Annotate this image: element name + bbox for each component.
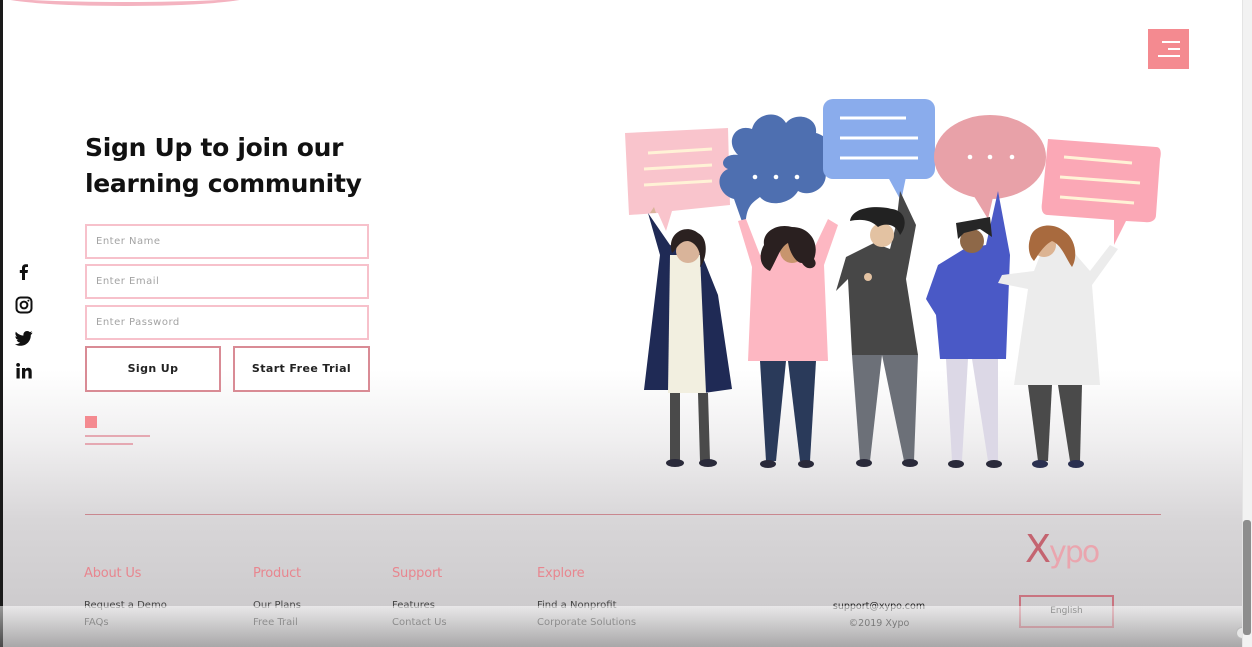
page: Sign Up to join our learning community S… — [0, 0, 1252, 647]
person-2 — [738, 219, 838, 468]
hamburger-menu-icon — [1168, 48, 1180, 50]
footer-link-corporate-solutions[interactable]: Corporate Solutions — [537, 614, 636, 631]
instagram-icon[interactable] — [14, 295, 34, 315]
decorative-line — [85, 443, 133, 445]
hamburger-menu-icon — [1162, 41, 1180, 43]
footer-link-free-trail[interactable]: Free Trail — [253, 614, 301, 631]
headline-line-1: Sign Up to join our — [85, 133, 344, 162]
carousel-indicator[interactable] — [85, 416, 97, 428]
footer-link-find-nonprofit[interactable]: Find a Nonprofit — [537, 597, 636, 614]
footer-col-explore: Explore Find a Nonprofit Corporate Solut… — [537, 566, 636, 631]
language-button[interactable]: English — [1019, 595, 1114, 628]
speech-bubble-blue — [823, 99, 935, 201]
footer-heading: Explore — [537, 566, 585, 581]
start-free-trial-button[interactable]: Start Free Trial — [233, 346, 370, 392]
person-5 — [998, 225, 1118, 468]
footer-col-about: About Us Request a Demo FAQs — [84, 566, 167, 631]
speech-bubble-rose — [934, 115, 1046, 219]
footer-divider — [85, 514, 1161, 515]
footer-link-faqs[interactable]: FAQs — [84, 614, 167, 631]
person-1 — [644, 207, 732, 467]
person-4 — [926, 191, 1010, 468]
footer-heading: About Us — [84, 566, 142, 581]
hamburger-menu-icon — [1158, 55, 1180, 57]
footer-link-features[interactable]: Features — [392, 597, 447, 614]
footer-col-support: Support Features Contact Us — [392, 566, 447, 631]
decorative-curve — [0, 0, 250, 6]
social-links — [14, 262, 34, 394]
headline-line-2: learning community — [85, 169, 362, 198]
contact-info: support@xypo.com ©2019 Xypo — [820, 598, 938, 632]
sign-up-button[interactable]: Sign Up — [85, 346, 221, 392]
person-3 — [836, 191, 918, 467]
community-illustration — [625, 99, 1161, 468]
footer-heading: Support — [392, 566, 442, 581]
footer-col-product: Product Our Plans Free Trail — [253, 566, 301, 631]
logo-rest: ypo — [1049, 535, 1100, 570]
menu-button[interactable] — [1148, 29, 1189, 69]
scrollbar[interactable] — [1242, 0, 1252, 647]
logo-x: X — [1025, 527, 1051, 571]
name-input[interactable] — [85, 224, 369, 259]
footer-link-our-plans[interactable]: Our Plans — [253, 597, 301, 614]
support-email-link[interactable]: support@xypo.com — [820, 598, 938, 615]
window-edge — [0, 0, 3, 647]
decorative-line — [85, 435, 150, 437]
footer-link-contact-us[interactable]: Contact Us — [392, 614, 447, 631]
copyright-text: ©2019 Xypo — [848, 618, 910, 629]
linkedin-icon[interactable] — [14, 361, 34, 381]
speech-bubble-cloud — [719, 114, 832, 233]
xypo-logo[interactable]: Xypo — [1025, 527, 1100, 571]
footer-heading: Product — [253, 566, 301, 581]
email-input[interactable] — [85, 264, 369, 299]
facebook-icon[interactable] — [14, 262, 34, 282]
twitter-icon[interactable] — [14, 328, 34, 348]
footer-link-request-demo[interactable]: Request a Demo — [84, 597, 167, 614]
scrollbar-thumb[interactable] — [1243, 520, 1251, 635]
speech-bubble-pink-left — [625, 128, 730, 231]
page-title: Sign Up to join our learning community — [85, 130, 405, 202]
password-input[interactable] — [85, 305, 369, 340]
